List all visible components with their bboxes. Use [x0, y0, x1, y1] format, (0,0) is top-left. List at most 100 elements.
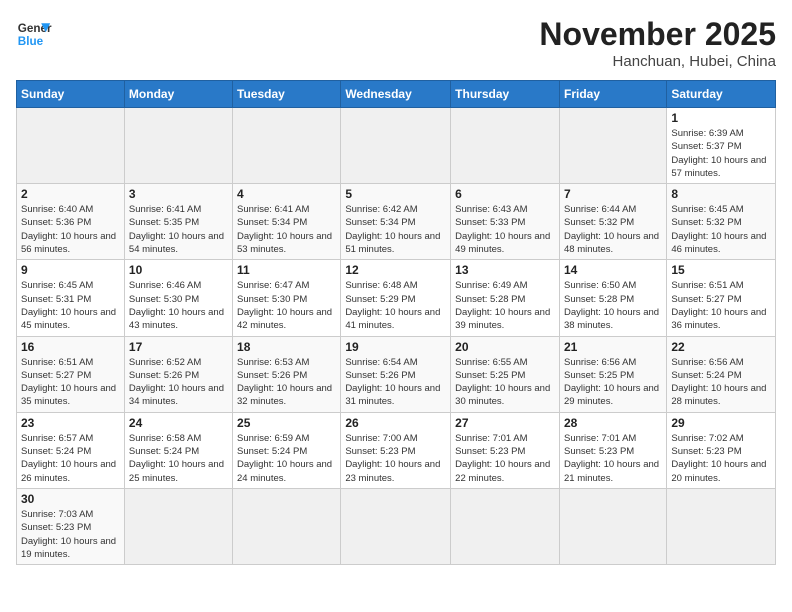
day-number: 13 — [455, 263, 555, 277]
day-number: 22 — [671, 340, 771, 354]
calendar-cell: 14 Sunrise: 6:50 AM Sunset: 5:28 PM Dayli… — [559, 260, 666, 336]
calendar-cell — [667, 488, 776, 564]
day-info: Sunrise: 7:01 AM Sunset: 5:23 PM Dayligh… — [564, 432, 662, 485]
day-number: 1 — [671, 111, 771, 125]
calendar-cell: 23Sunrise: 6:57 AM Sunset: 5:24 PM Dayli… — [17, 412, 125, 488]
day-number: 8 — [671, 187, 771, 201]
day-info: Sunrise: 6:45 AM Sunset: 5:31 PM Dayligh… — [21, 279, 120, 332]
day-info: Sunrise: 6:44 AM Sunset: 5:32 PM Dayligh… — [564, 203, 662, 256]
day-number: 17 — [129, 340, 228, 354]
day-info: Sunrise: 6:51 AM Sunset: 5:27 PM Dayligh… — [21, 356, 120, 409]
header-sunday: Sunday — [17, 81, 125, 108]
calendar-week-1: 1 Sunrise: 6:39 AM Sunset: 5:37 PM Daylig… — [17, 108, 776, 184]
calendar-cell: 28Sunrise: 7:01 AM Sunset: 5:23 PM Dayli… — [559, 412, 666, 488]
day-info: Sunrise: 6:55 AM Sunset: 5:25 PM Dayligh… — [455, 356, 555, 409]
day-number: 21 — [564, 340, 662, 354]
day-number: 5 — [345, 187, 446, 201]
header-monday: Monday — [124, 81, 232, 108]
day-number: 16 — [21, 340, 120, 354]
logo: General Blue — [16, 16, 52, 52]
day-info: Sunrise: 6:49 AM Sunset: 5:28 PM Dayligh… — [455, 279, 555, 332]
calendar-cell: 26Sunrise: 7:00 AM Sunset: 5:23 PM Dayli… — [341, 412, 451, 488]
day-number: 19 — [345, 340, 446, 354]
day-info: Sunrise: 6:53 AM Sunset: 5:26 PM Dayligh… — [237, 356, 336, 409]
calendar-table: Sunday Monday Tuesday Wednesday Thursday… — [16, 80, 776, 565]
calendar-cell — [233, 108, 341, 184]
day-number: 20 — [455, 340, 555, 354]
page-header: General Blue November 2025 Hanchuan, Hub… — [16, 16, 776, 70]
calendar-cell: 30Sunrise: 7:03 AM Sunset: 5:23 PM Dayli… — [17, 488, 125, 564]
calendar-cell: 18 Sunrise: 6:53 AM Sunset: 5:26 PM Dayli… — [233, 336, 341, 412]
month-title: November 2025 — [539, 16, 776, 53]
day-info: Sunrise: 7:01 AM Sunset: 5:23 PM Dayligh… — [455, 432, 555, 485]
calendar-cell: 11 Sunrise: 6:47 AM Sunset: 5:30 PM Dayli… — [233, 260, 341, 336]
day-info: Sunrise: 6:48 AM Sunset: 5:29 PM Dayligh… — [345, 279, 446, 332]
calendar-cell: 29Sunrise: 7:02 AM Sunset: 5:23 PM Dayli… — [667, 412, 776, 488]
header-wednesday: Wednesday — [341, 81, 451, 108]
calendar-cell: 8Sunrise: 6:45 AM Sunset: 5:32 PM Daylig… — [667, 184, 776, 260]
day-number: 26 — [345, 416, 446, 430]
calendar-week-6: 30Sunrise: 7:03 AM Sunset: 5:23 PM Dayli… — [17, 488, 776, 564]
calendar-cell: 9Sunrise: 6:45 AM Sunset: 5:31 PM Daylig… — [17, 260, 125, 336]
day-info: Sunrise: 6:50 AM Sunset: 5:28 PM Dayligh… — [564, 279, 662, 332]
calendar-cell — [559, 108, 666, 184]
svg-text:Blue: Blue — [18, 35, 44, 48]
day-info: Sunrise: 6:52 AM Sunset: 5:26 PM Dayligh… — [129, 356, 228, 409]
day-number: 25 — [237, 416, 336, 430]
day-number: 11 — [237, 263, 336, 277]
header-thursday: Thursday — [451, 81, 560, 108]
day-info: Sunrise: 6:54 AM Sunset: 5:26 PM Dayligh… — [345, 356, 446, 409]
day-number: 30 — [21, 492, 120, 506]
location: Hanchuan, Hubei, China — [539, 53, 776, 70]
calendar-cell: 27 Sunrise: 7:01 AM Sunset: 5:23 PM Dayli… — [451, 412, 560, 488]
day-number: 15 — [671, 263, 771, 277]
day-info: Sunrise: 6:42 AM Sunset: 5:34 PM Dayligh… — [345, 203, 446, 256]
calendar-cell — [451, 488, 560, 564]
day-number: 14 — [564, 263, 662, 277]
calendar-cell: 6 Sunrise: 6:43 AM Sunset: 5:33 PM Daylig… — [451, 184, 560, 260]
day-number: 12 — [345, 263, 446, 277]
calendar-cell: 17 Sunrise: 6:52 AM Sunset: 5:26 PM Dayli… — [124, 336, 232, 412]
header-friday: Friday — [559, 81, 666, 108]
day-info: Sunrise: 6:41 AM Sunset: 5:34 PM Dayligh… — [237, 203, 336, 256]
title-block: November 2025 Hanchuan, Hubei, China — [539, 16, 776, 70]
calendar-cell — [124, 108, 232, 184]
day-number: 27 — [455, 416, 555, 430]
calendar-cell: 16 Sunrise: 6:51 AM Sunset: 5:27 PM Dayli… — [17, 336, 125, 412]
day-info: Sunrise: 6:41 AM Sunset: 5:35 PM Dayligh… — [129, 203, 228, 256]
calendar-cell: 19 Sunrise: 6:54 AM Sunset: 5:26 PM Dayli… — [341, 336, 451, 412]
day-info: Sunrise: 6:40 AM Sunset: 5:36 PM Dayligh… — [21, 203, 120, 256]
day-info: Sunrise: 6:58 AM Sunset: 5:24 PM Dayligh… — [129, 432, 228, 485]
calendar-cell: 7 Sunrise: 6:44 AM Sunset: 5:32 PM Daylig… — [559, 184, 666, 260]
calendar-week-4: 16 Sunrise: 6:51 AM Sunset: 5:27 PM Dayli… — [17, 336, 776, 412]
calendar-cell: 1 Sunrise: 6:39 AM Sunset: 5:37 PM Daylig… — [667, 108, 776, 184]
calendar-cell: 2 Sunrise: 6:40 AM Sunset: 5:36 PM Daylig… — [17, 184, 125, 260]
calendar-cell — [341, 108, 451, 184]
day-number: 3 — [129, 187, 228, 201]
calendar-cell — [341, 488, 451, 564]
day-number: 10 — [129, 263, 228, 277]
day-info: Sunrise: 6:51 AM Sunset: 5:27 PM Dayligh… — [671, 279, 771, 332]
calendar-cell: 15 Sunrise: 6:51 AM Sunset: 5:27 PM Dayli… — [667, 260, 776, 336]
calendar-cell: 10Sunrise: 6:46 AM Sunset: 5:30 PM Dayli… — [124, 260, 232, 336]
day-info: Sunrise: 6:56 AM Sunset: 5:24 PM Dayligh… — [671, 356, 771, 409]
day-number: 6 — [455, 187, 555, 201]
day-number: 2 — [21, 187, 120, 201]
calendar-cell — [17, 108, 125, 184]
calendar-cell: 21 Sunrise: 6:56 AM Sunset: 5:25 PM Dayli… — [559, 336, 666, 412]
day-info: Sunrise: 6:57 AM Sunset: 5:24 PM Dayligh… — [21, 432, 120, 485]
day-info: Sunrise: 6:43 AM Sunset: 5:33 PM Dayligh… — [455, 203, 555, 256]
logo-icon: General Blue — [16, 16, 52, 52]
calendar-cell — [124, 488, 232, 564]
day-number: 7 — [564, 187, 662, 201]
calendar-cell — [233, 488, 341, 564]
day-number: 18 — [237, 340, 336, 354]
day-info: Sunrise: 6:47 AM Sunset: 5:30 PM Dayligh… — [237, 279, 336, 332]
day-number: 29 — [671, 416, 771, 430]
calendar-cell: 5 Sunrise: 6:42 AM Sunset: 5:34 PM Daylig… — [341, 184, 451, 260]
header-row: Sunday Monday Tuesday Wednesday Thursday… — [17, 81, 776, 108]
day-info: Sunrise: 6:56 AM Sunset: 5:25 PM Dayligh… — [564, 356, 662, 409]
header-tuesday: Tuesday — [233, 81, 341, 108]
day-info: Sunrise: 6:39 AM Sunset: 5:37 PM Dayligh… — [671, 127, 771, 180]
calendar-cell: 13 Sunrise: 6:49 AM Sunset: 5:28 PM Dayli… — [451, 260, 560, 336]
